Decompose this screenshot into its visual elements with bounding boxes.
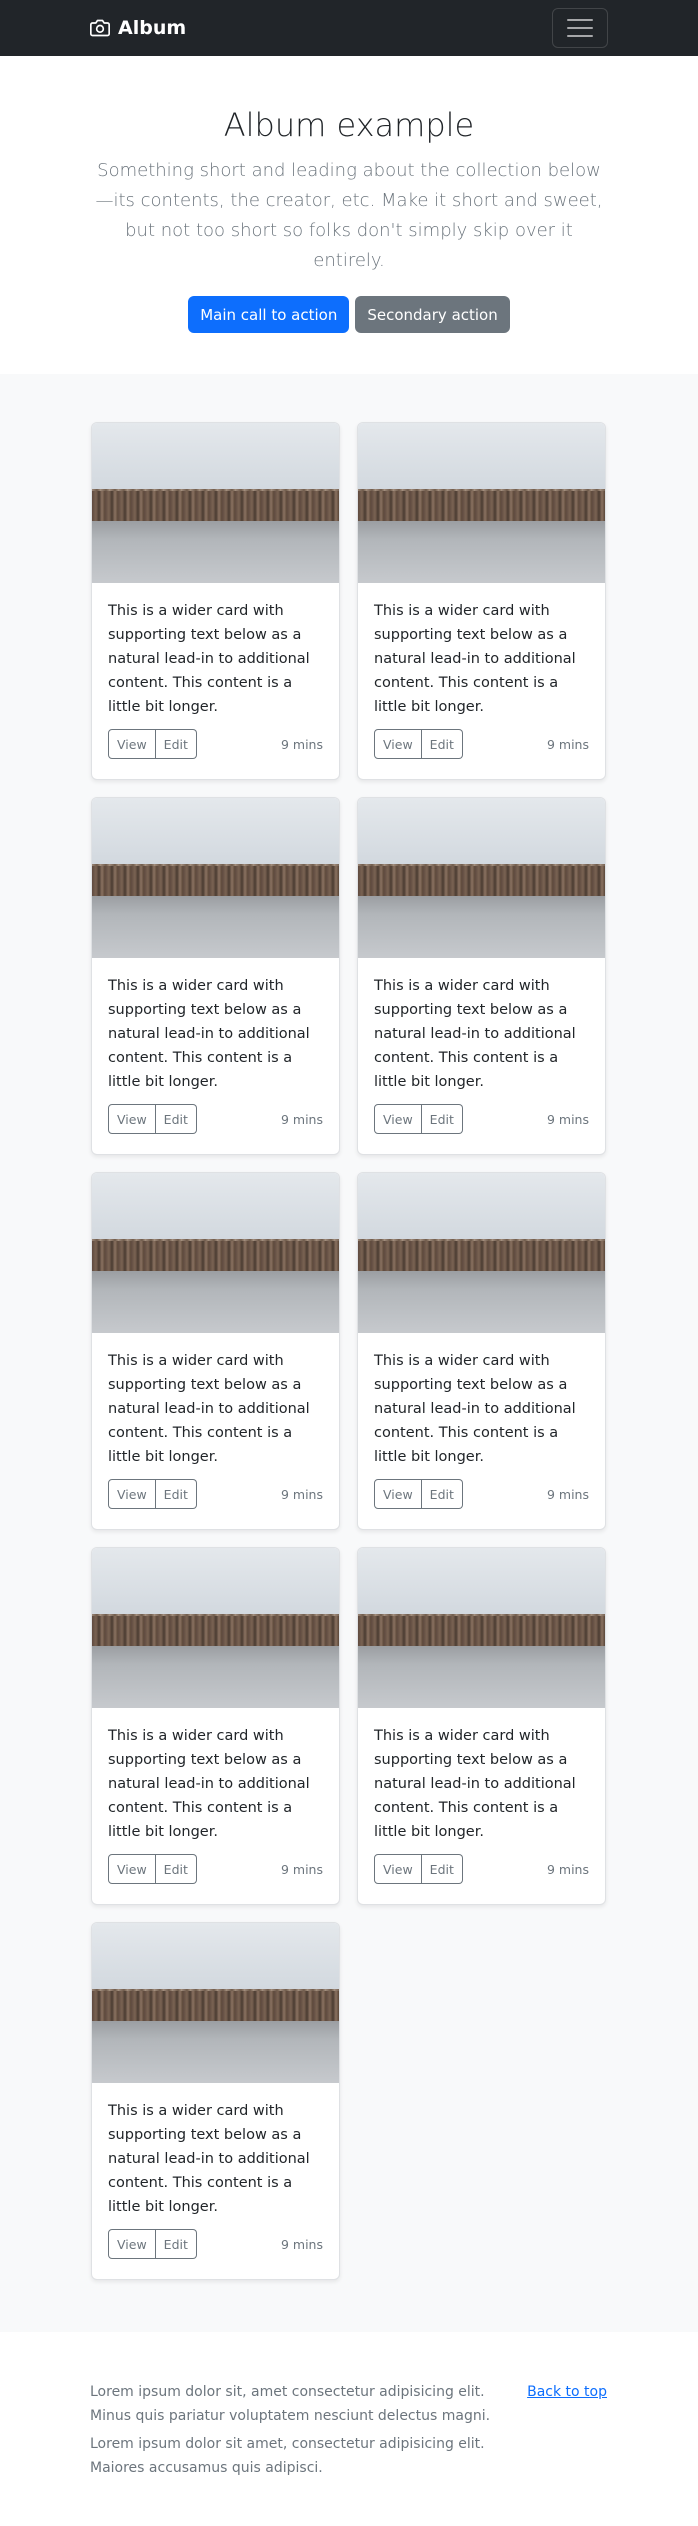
album-card: This is a wider card with supporting tex… bbox=[91, 422, 340, 780]
hamburger-menu-icon bbox=[567, 27, 593, 29]
back-to-top-link[interactable]: Back to top bbox=[527, 2380, 607, 2404]
view-button[interactable]: View bbox=[108, 2229, 156, 2259]
card-time: 9 mins bbox=[546, 1486, 589, 1502]
edit-button[interactable]: Edit bbox=[421, 1854, 463, 1884]
card-thumbnail bbox=[92, 1173, 339, 1333]
edit-button[interactable]: Edit bbox=[155, 1479, 197, 1509]
card-time: 9 mins bbox=[280, 1486, 323, 1502]
secondary-action-button[interactable]: Secondary action bbox=[355, 296, 510, 333]
view-button[interactable]: View bbox=[108, 1104, 156, 1134]
navbar-toggler-button[interactable] bbox=[552, 8, 608, 48]
album-card: This is a wider card with supporting tex… bbox=[357, 422, 606, 780]
card-text: This is a wider card with supporting tex… bbox=[374, 1353, 576, 1465]
hero-lead: Something short and leading about the co… bbox=[95, 160, 603, 271]
card-text: This is a wider card with supporting tex… bbox=[374, 603, 576, 715]
hamburger-menu-icon bbox=[567, 35, 593, 37]
card-button-group: View Edit bbox=[374, 729, 463, 759]
card-text: This is a wider card with supporting tex… bbox=[108, 1728, 310, 1840]
edit-button[interactable]: Edit bbox=[155, 1854, 197, 1884]
card-button-group: View Edit bbox=[108, 1104, 197, 1134]
camera-icon bbox=[90, 19, 110, 37]
edit-button[interactable]: Edit bbox=[421, 1104, 463, 1134]
main-cta-button[interactable]: Main call to action bbox=[188, 296, 350, 333]
card-time: 9 mins bbox=[280, 2236, 323, 2252]
card-thumbnail bbox=[92, 1548, 339, 1708]
album-card: This is a wider card with supporting tex… bbox=[357, 1547, 606, 1905]
navbar: Album bbox=[0, 0, 698, 56]
card-text: This is a wider card with supporting tex… bbox=[374, 1728, 576, 1840]
view-button[interactable]: View bbox=[108, 729, 156, 759]
card-text: This is a wider card with supporting tex… bbox=[108, 603, 310, 715]
hamburger-menu-icon bbox=[567, 19, 593, 21]
edit-button[interactable]: Edit bbox=[421, 729, 463, 759]
card-time: 9 mins bbox=[280, 1861, 323, 1877]
album-card: This is a wider card with supporting tex… bbox=[91, 1172, 340, 1530]
edit-button[interactable]: Edit bbox=[155, 2229, 197, 2259]
card-time: 9 mins bbox=[280, 1111, 323, 1127]
card-button-group: View Edit bbox=[108, 1854, 197, 1884]
edit-button[interactable]: Edit bbox=[155, 1104, 197, 1134]
card-text: This is a wider card with supporting tex… bbox=[374, 978, 576, 1090]
album-section: This is a wider card with supporting tex… bbox=[0, 374, 698, 2332]
edit-button[interactable]: Edit bbox=[155, 729, 197, 759]
brand-link[interactable]: Album bbox=[90, 17, 186, 39]
card-time: 9 mins bbox=[546, 1861, 589, 1877]
card-text: This is a wider card with supporting tex… bbox=[108, 1353, 310, 1465]
card-thumbnail bbox=[92, 798, 339, 958]
card-button-group: View Edit bbox=[108, 1479, 197, 1509]
footer: Back to top Lorem ipsum dolor sit, amet … bbox=[0, 2332, 698, 2524]
view-button[interactable]: View bbox=[374, 729, 422, 759]
view-button[interactable]: View bbox=[108, 1854, 156, 1884]
album-card: This is a wider card with supporting tex… bbox=[357, 797, 606, 1155]
card-text: This is a wider card with supporting tex… bbox=[108, 2103, 310, 2215]
footer-text-1: Lorem ipsum dolor sit, amet consectetur … bbox=[90, 2384, 491, 2424]
card-thumbnail bbox=[358, 798, 605, 958]
card-button-group: View Edit bbox=[374, 1104, 463, 1134]
card-button-group: View Edit bbox=[108, 729, 197, 759]
album-card: This is a wider card with supporting tex… bbox=[91, 1547, 340, 1905]
page-title: Album example bbox=[223, 106, 475, 144]
card-grid: This is a wider card with supporting tex… bbox=[91, 422, 607, 2280]
view-button[interactable]: View bbox=[374, 1104, 422, 1134]
card-thumbnail bbox=[92, 1923, 339, 2083]
album-card: This is a wider card with supporting tex… bbox=[357, 1172, 606, 1530]
card-text: This is a wider card with supporting tex… bbox=[108, 978, 310, 1090]
card-button-group: View Edit bbox=[108, 2229, 197, 2259]
edit-button[interactable]: Edit bbox=[421, 1479, 463, 1509]
card-thumbnail bbox=[358, 423, 605, 583]
card-button-group: View Edit bbox=[374, 1854, 463, 1884]
view-button[interactable]: View bbox=[374, 1854, 422, 1884]
card-thumbnail bbox=[92, 423, 339, 583]
brand-label: Album bbox=[118, 17, 187, 39]
album-card: This is a wider card with supporting tex… bbox=[91, 1922, 340, 2280]
view-button[interactable]: View bbox=[374, 1479, 422, 1509]
card-thumbnail bbox=[358, 1173, 605, 1333]
hero-section: Album example Something short and leadin… bbox=[0, 56, 698, 374]
hero-buttons: Main call to action Secondary action bbox=[0, 296, 698, 333]
album-card: This is a wider card with supporting tex… bbox=[91, 797, 340, 1155]
card-thumbnail bbox=[358, 1548, 605, 1708]
view-button[interactable]: View bbox=[108, 1479, 156, 1509]
card-time: 9 mins bbox=[546, 736, 589, 752]
card-button-group: View Edit bbox=[374, 1479, 463, 1509]
footer-text-2: Lorem ipsum dolor sit amet, consectetur … bbox=[90, 2436, 485, 2476]
card-time: 9 mins bbox=[280, 736, 323, 752]
card-time: 9 mins bbox=[546, 1111, 589, 1127]
